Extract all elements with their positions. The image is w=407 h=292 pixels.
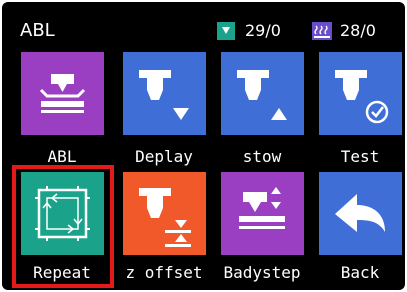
status-bar: ABL 29/0 28/0	[2, 2, 405, 46]
page-title: ABL	[20, 20, 55, 41]
nozzle-temp-icon	[217, 22, 235, 40]
abl-label: ABL	[47, 147, 77, 166]
deploy-label: Deplay	[135, 147, 193, 166]
test-label: Test	[340, 147, 380, 166]
abl-level-icon	[39, 74, 86, 113]
babystep-label: Badystep	[223, 263, 301, 282]
back-button[interactable]	[319, 172, 402, 255]
probe-test-icon	[335, 70, 389, 124]
stow-button[interactable]	[221, 52, 304, 135]
z-offset-label: z offset	[125, 263, 203, 282]
back-label: Back	[340, 263, 380, 282]
test-button[interactable]	[319, 52, 402, 135]
babystep-icon	[239, 187, 285, 229]
nozzle-temp-value: 29/0	[245, 21, 281, 40]
probe-stow-icon	[237, 70, 287, 120]
deploy-button[interactable]	[123, 52, 206, 135]
bed-temp-value: 28/0	[340, 21, 376, 40]
printer-screen: ABL 29/0 28/0 ABL Deplay stow Test Repea…	[2, 2, 405, 290]
stow-label: stow	[242, 147, 282, 166]
repeat-grid-icon	[35, 186, 90, 241]
back-arrow-icon	[335, 194, 385, 232]
repeat-label: Repeat	[33, 263, 91, 282]
repeat-button[interactable]	[21, 172, 104, 255]
probe-deploy-icon	[139, 70, 189, 120]
abl-button[interactable]	[21, 52, 104, 135]
bed-heat-icon	[312, 22, 332, 40]
z-offset-icon	[139, 188, 191, 247]
z-offset-button[interactable]	[123, 172, 206, 255]
babystep-button[interactable]	[221, 172, 304, 255]
